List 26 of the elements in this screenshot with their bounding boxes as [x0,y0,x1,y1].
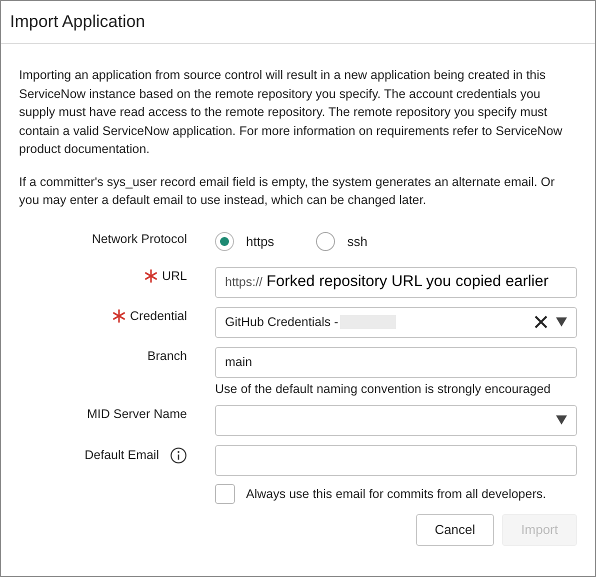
caret-icon[interactable] [556,317,567,327]
field-label: Credential [130,308,187,322]
description-text: If a committer's sys_user record email field is empty, the system generates an alternate email. Or you may enter a default email to use instead, which can be changed later. [19,174,556,209]
dialog-title: Import Application [10,12,146,32]
checkbox-label[interactable]: Always use this email for commits from all developers. [246,486,546,500]
field-label: Default Email [84,448,159,462]
select-field[interactable]: GitHub Credentials - [215,306,577,338]
hint-text: Use of the default naming convention is strongly encouraged [215,382,552,396]
url-field[interactable]: https:// Forked repository URL you copied earlier [215,266,577,298]
radio-label[interactable]: ssh [347,234,368,248]
caret-icon[interactable] [556,415,567,425]
field-label: MID Server Name [86,406,187,420]
cancel-button[interactable]: Cancel [416,514,494,546]
info-icon[interactable] [170,446,187,464]
radio-label[interactable]: https [246,234,274,248]
field-label: URL [162,268,187,282]
description-text: Importing an application from source control will result in a new application being created in this ServiceNow instance based on the remote repository you specify. The account credentials you supply must have read access to the remote repository. The remote repository you specify must contain a valid ServiceNow application. For more information on requirements refer to ServiceNow product documentation. [19,67,564,158]
checkbox[interactable] [215,484,235,504]
radio-button[interactable] [215,232,234,250]
field-label: Network Protocol [92,232,187,246]
text-field[interactable] [215,444,577,476]
field-label: Branch [147,348,187,362]
radio-button[interactable] [316,232,336,250]
text-field[interactable]: main [215,346,577,378]
select-field[interactable] [215,404,577,436]
clear-icon[interactable] [534,315,548,329]
